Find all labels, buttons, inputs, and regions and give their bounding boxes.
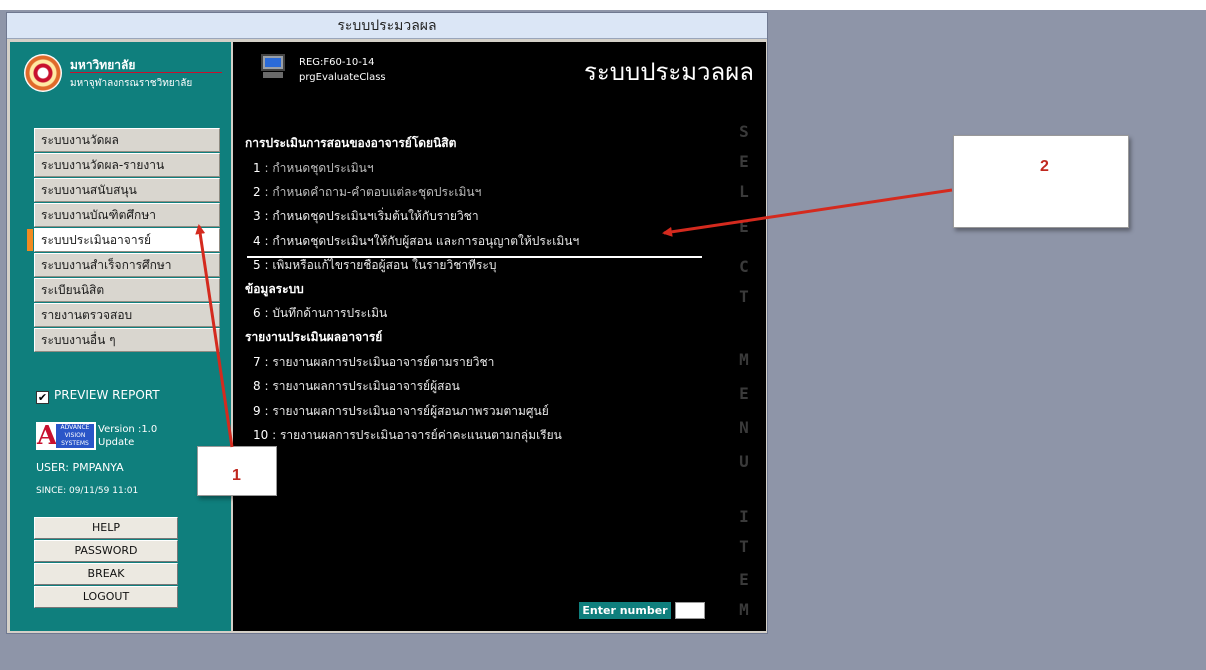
preview-checkbox[interactable]: ✔: [36, 391, 49, 404]
session-since: SINCE: 09/11/59 11:01: [36, 486, 139, 496]
menu-item-support[interactable]: ระบบงานสนับสนุน: [34, 178, 220, 202]
option-label: รายงานผลการประเมินอาจารย์ผู้สอนภาพรวมตาม…: [272, 404, 549, 418]
version-text: Version :1.0: [98, 424, 158, 435]
menu-option-5[interactable]: 5 : เพิ่มหรือแก้ไขรายชื่อผู้สอน ในรายวิช…: [253, 256, 497, 275]
vendor-line-2: VISION: [64, 432, 86, 439]
menu-item-measurement-report[interactable]: ระบบงานวัดผล-รายงาน: [34, 153, 220, 177]
university-subtitle: มหาจุฬาลงกรณราชวิทยาลัย: [70, 78, 193, 89]
option-label: บันทึกด้านการประเมิน: [272, 306, 388, 320]
logout-button[interactable]: LOGOUT: [34, 586, 178, 608]
option-number: 5: [253, 258, 261, 272]
option-label: รายงานผลการประเมินอาจารย์ตามรายวิชา: [272, 355, 495, 369]
version-info: Version :1.0 Update: [98, 423, 157, 449]
side-letter: E: [739, 570, 749, 589]
main-panel: REG:F60-10-14 prgEvaluateClass ระบบประมว…: [233, 42, 766, 631]
menu-item-graduate[interactable]: ระบบงานบัณฑิตศึกษา: [34, 203, 220, 227]
side-letter: U: [739, 452, 749, 471]
program-code: REG:F60-10-14: [299, 57, 375, 68]
option-label: กำหนดชุดประเมินฯเริ่มต้นให้กับรายวิชา: [272, 209, 479, 223]
option-label: รายงานผลการประเมินอาจารย์ค่าคะแนนตามกลุ่…: [279, 428, 562, 442]
password-button[interactable]: PASSWORD: [34, 540, 178, 562]
option-label: กำหนดชุดประเมินฯ: [272, 161, 374, 175]
section-heading-reports: รายงานประเมินผลอาจารย์: [245, 330, 383, 344]
logo-divider: [70, 72, 222, 73]
option-label: เพิ่มหรือแก้ไขรายชื่อผู้สอน ในรายวิชาที่…: [272, 258, 497, 272]
vendor-logo-letter: A: [37, 421, 58, 451]
menu-item-other[interactable]: ระบบงานอื่น ๆ: [34, 328, 220, 352]
break-button[interactable]: BREAK: [34, 563, 178, 585]
enter-number-input[interactable]: [675, 602, 705, 619]
section-heading-system-data: ข้อมูลระบบ: [245, 282, 304, 296]
side-letter: M: [739, 600, 749, 619]
university-seal-icon: [24, 54, 62, 92]
vendor-logo-text: ADVANCE VISION SYSTEMS: [56, 424, 94, 448]
option-number: 8: [253, 379, 261, 393]
sidebar: มหาวิทยาลัย มหาจุฬาลงกรณราชวิทยาลัย ระบบ…: [10, 42, 231, 631]
window-title: ระบบประมวลผล: [7, 13, 767, 39]
option-number: 7: [253, 355, 261, 369]
enter-number-label: Enter number: [579, 602, 671, 619]
computer-icon: [261, 54, 285, 78]
active-menu-marker: [27, 229, 33, 251]
computer-screen-shape: [261, 54, 285, 71]
page-title: ระบบประมวลผล: [583, 58, 754, 86]
option-label: กำหนดชุดประเมินฯให้กับผู้สอน และการอนุญา…: [272, 234, 580, 248]
system-menu: ระบบงานวัดผล ระบบงานวัดผล-รายงาน ระบบงาน…: [27, 128, 220, 353]
computer-base-shape: [263, 72, 283, 78]
menu-option-6[interactable]: 6 : บันทึกด้านการประเมิน: [253, 304, 387, 323]
option-number: 10: [253, 428, 269, 442]
side-letter: C: [739, 257, 749, 276]
menu-option-10[interactable]: 10 : รายงานผลการประเมินอาจารย์ค่าคะแนนตา…: [253, 426, 562, 445]
option-number: 1: [253, 161, 261, 175]
option-label: กำหนดคำถาม-คำตอบแต่ละชุดประเมินฯ: [272, 185, 482, 199]
side-letter: N: [739, 418, 749, 437]
option-label: รายงานผลการประเมินอาจารย์ผู้สอน: [272, 379, 460, 393]
menu-item-student-records[interactable]: ระเบียนนิสิต: [34, 278, 220, 302]
side-letter: M: [739, 350, 749, 369]
app-window: ระบบประมวลผล มหาวิทยาลัย มหาจุฬาลงกรณราช…: [6, 12, 768, 634]
option-number: 4: [253, 234, 261, 248]
menu-item-graduation[interactable]: ระบบงานสำเร็จการศึกษา: [34, 253, 220, 277]
side-letter: L: [739, 182, 749, 201]
option-number: 3: [253, 209, 261, 223]
menu-item-measurement[interactable]: ระบบงานวัดผล: [34, 128, 220, 152]
menu-option-9[interactable]: 9 : รายงานผลการประเมินอาจารย์ผู้สอนภาพรว…: [253, 402, 549, 421]
option-number: 2: [253, 185, 261, 199]
menu-item-label: ระบบประเมินอาจารย์: [41, 233, 152, 247]
user-info: USER: PMPANYA: [36, 461, 124, 474]
option-number: 9: [253, 404, 261, 418]
side-letter: E: [739, 217, 749, 236]
help-button[interactable]: HELP: [34, 517, 178, 539]
action-buttons: HELP PASSWORD BREAK LOGOUT: [34, 517, 178, 609]
side-letter: I: [739, 507, 749, 526]
menu-option-7[interactable]: 7 : รายงานผลการประเมินอาจารย์ตามรายวิชา: [253, 353, 494, 372]
side-letter: E: [739, 152, 749, 171]
vendor-logo: A ADVANCE VISION SYSTEMS: [36, 422, 96, 450]
option-number: 6: [253, 306, 261, 320]
side-letter: E: [739, 384, 749, 403]
side-letter: T: [739, 537, 749, 556]
menu-item-audit-report[interactable]: รายงานตรวจสอบ: [34, 303, 220, 327]
side-letter: S: [739, 122, 749, 141]
side-letter: T: [739, 287, 749, 306]
vendor-line-3: SYSTEMS: [61, 440, 89, 447]
menu-option-3[interactable]: 3 : กำหนดชุดประเมินฯเริ่มต้นให้กับรายวิช…: [253, 207, 479, 226]
university-logo-block: มหาวิทยาลัย มหาจุฬาลงกรณราชวิทยาลัย: [18, 48, 228, 96]
section-heading-evaluation: การประเมินการสอนของอาจารย์โดยนิสิต: [245, 136, 457, 150]
menu-item-teacher-evaluation[interactable]: ระบบประเมินอาจารย์: [27, 228, 220, 252]
menu-option-8[interactable]: 8 : รายงานผลการประเมินอาจารย์ผู้สอน: [253, 377, 460, 396]
annotation-callout-2: 2: [953, 135, 1129, 228]
menu-option-1[interactable]: 1 : กำหนดชุดประเมินฯ: [253, 159, 374, 178]
update-text: Update: [98, 437, 135, 448]
menu-option-4[interactable]: 4 : กำหนดชุดประเมินฯให้กับผู้สอน และการอ…: [253, 232, 579, 251]
menu-option-2[interactable]: 2 : กำหนดคำถาม-คำตอบแต่ละชุดประเมินฯ: [253, 183, 481, 202]
program-name: prgEvaluateClass: [299, 72, 386, 83]
annotation-callout-1: 1: [197, 446, 277, 496]
preview-label: PREVIEW REPORT: [54, 388, 160, 402]
preview-report-toggle[interactable]: ✔ PREVIEW REPORT: [36, 388, 160, 404]
vendor-line-1: ADVANCE: [60, 424, 90, 431]
